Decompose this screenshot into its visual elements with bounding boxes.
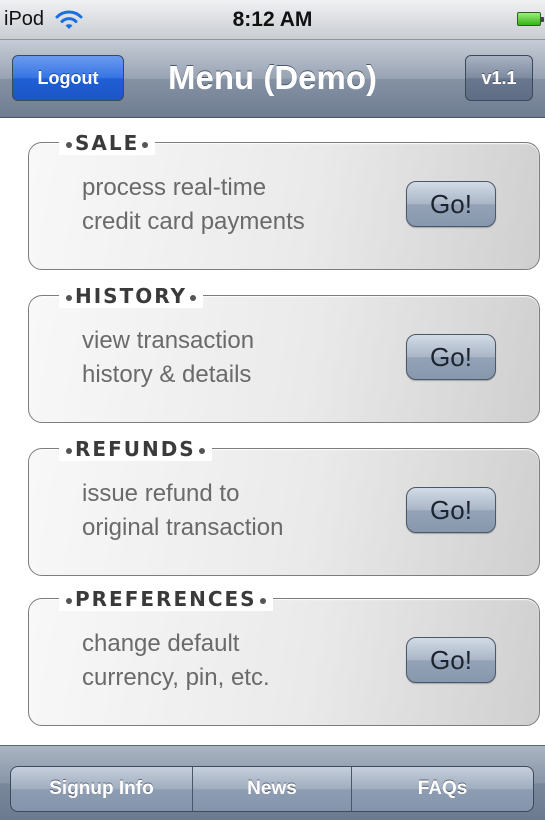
refunds-go-button[interactable]: Go! — [406, 487, 496, 533]
menu-card-sale: SALE process real-time credit card payme… — [28, 131, 540, 270]
faqs-button[interactable]: FAQs — [352, 767, 533, 811]
page-title: Menu (Demo) — [168, 59, 377, 96]
card-description-line: currency, pin, etc. — [82, 664, 270, 691]
news-button[interactable]: News — [193, 767, 352, 811]
preferences-go-button[interactable]: Go! — [406, 637, 496, 683]
card-description: process real-time credit card payments — [82, 171, 402, 239]
card-description-line: view transaction — [82, 327, 255, 354]
menu-card-refunds: REFUNDS issue refund to original transac… — [28, 437, 540, 576]
card-description-line: history & details — [82, 361, 252, 388]
card-description: change default currency, pin, etc. — [82, 627, 402, 695]
card-heading: PREFERENCES — [59, 587, 273, 611]
card-description-line: issue refund to — [82, 480, 240, 507]
history-go-button[interactable]: Go! — [406, 334, 496, 380]
card-heading: REFUNDS — [59, 437, 212, 461]
bottom-toolbar: Signup Info News FAQs — [0, 745, 545, 820]
bullet-dot-icon — [66, 141, 72, 148]
menu-card-history: HISTORY view transaction history & detai… — [28, 284, 540, 423]
card-description-line: original transaction — [82, 514, 284, 541]
bullet-dot-icon — [198, 447, 205, 454]
bullet-dot-icon — [66, 294, 72, 301]
card-heading-label: PREFERENCES — [75, 587, 257, 611]
navigation-bar: Logout Menu (Demo) v1.1 — [0, 40, 545, 118]
bullet-dot-icon — [142, 141, 149, 148]
sale-go-button[interactable]: Go! — [406, 181, 496, 227]
battery-full-icon — [517, 12, 544, 26]
version-button[interactable]: v1.1 — [465, 55, 533, 101]
card-heading: SALE — [59, 131, 156, 155]
card-heading-label: HISTORY — [75, 284, 188, 308]
card-description: issue refund to original transaction — [82, 477, 402, 545]
status-time: 8:12 AM — [232, 8, 313, 31]
card-description-line: credit card payments — [82, 208, 305, 235]
status-bar: iPod 8:12 AM — [0, 0, 545, 40]
signup-info-button[interactable]: Signup Info — [11, 767, 193, 811]
card-description-line: change default — [82, 630, 240, 657]
card-heading-label: REFUNDS — [75, 437, 196, 461]
bullet-dot-icon — [66, 447, 72, 454]
menu-list: SALE process real-time credit card payme… — [0, 118, 545, 745]
bullet-dot-icon — [190, 294, 197, 301]
card-description-line: process real-time — [82, 174, 267, 201]
segmented-control: Signup Info News FAQs — [10, 766, 534, 812]
card-heading: HISTORY — [59, 284, 204, 308]
menu-card-preferences: PREFERENCES change default currency, pin… — [28, 587, 540, 726]
card-heading-label: SALE — [75, 131, 140, 155]
card-description: view transaction history & details — [82, 324, 402, 392]
bullet-dot-icon — [259, 597, 266, 604]
bullet-dot-icon — [66, 597, 72, 604]
